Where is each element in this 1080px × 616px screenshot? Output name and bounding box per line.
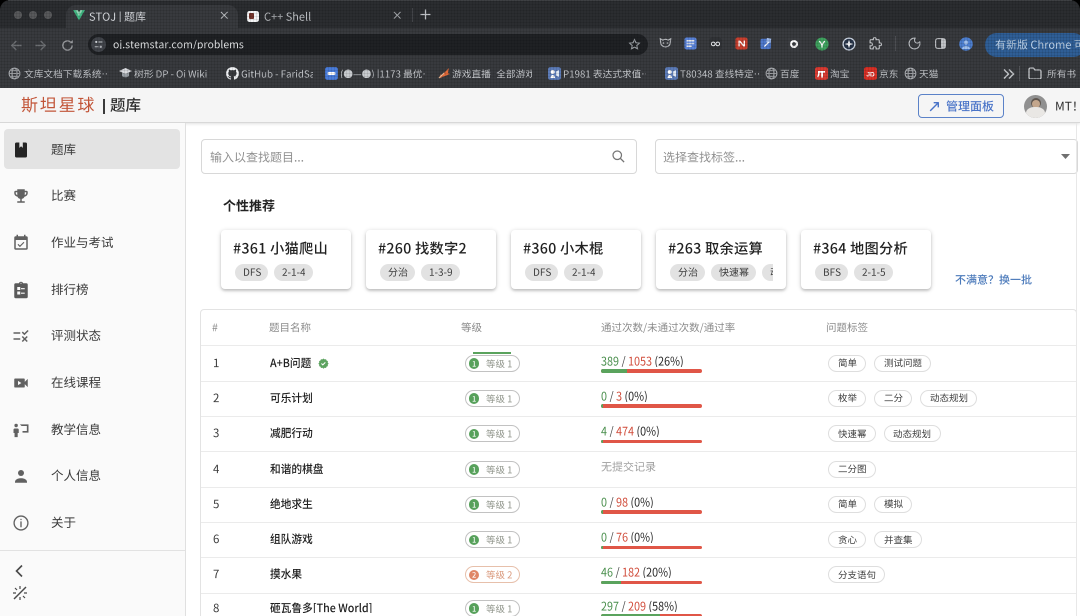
svg-text:JD: JD xyxy=(866,71,875,78)
